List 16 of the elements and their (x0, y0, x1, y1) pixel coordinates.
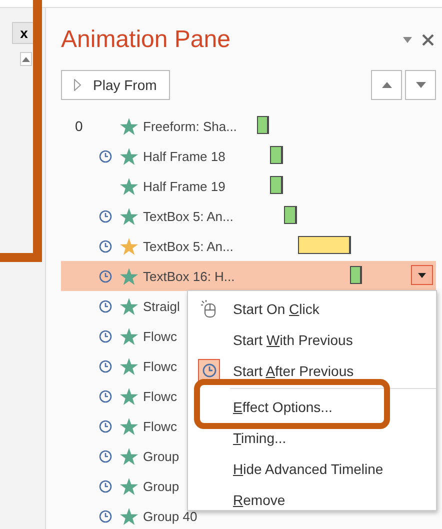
animation-name: Freeform: Sha... (143, 118, 237, 134)
pane-title: Animation Pane (61, 26, 230, 54)
animation-name: Flowc (143, 328, 177, 344)
animation-name: TextBox 16: H... (143, 268, 235, 284)
animation-name: Group (143, 448, 180, 464)
animation-name: Half Frame 18 (143, 148, 226, 164)
animation-name: Flowc (143, 388, 177, 404)
animation-name: Half Frame 19 (143, 178, 226, 194)
animation-name: Flowc (143, 418, 177, 434)
animation-name: TextBox 5: An... (143, 238, 234, 254)
animation-name: Group 40 (143, 508, 198, 524)
animation-name: Group (143, 478, 180, 494)
sequence-number: 0 (74, 118, 84, 134)
animation-name: Straigl (143, 298, 180, 314)
animation-name: TextBox 5: An... (143, 208, 234, 224)
animation-name: Flowc (143, 358, 177, 374)
